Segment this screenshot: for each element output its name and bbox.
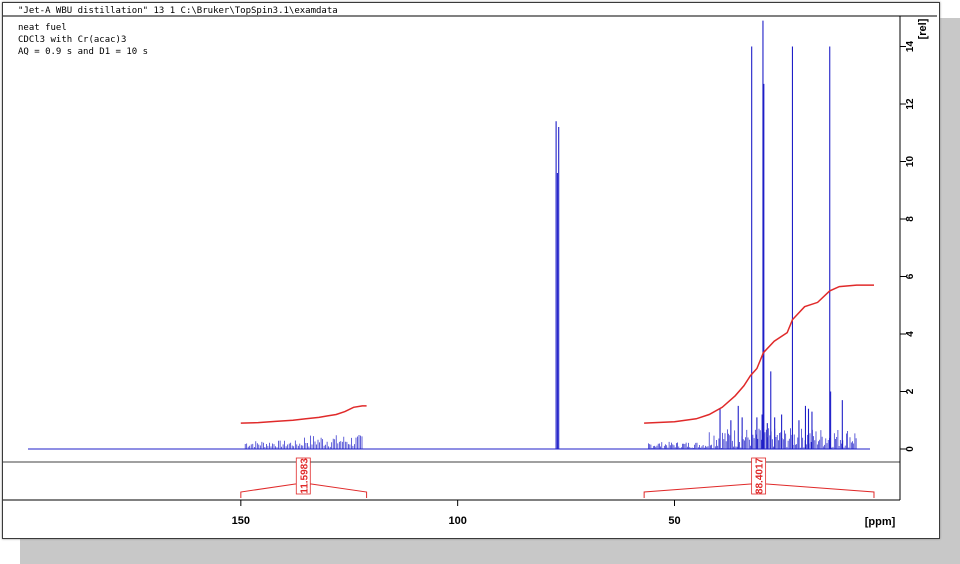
y-tick-label: 6	[905, 273, 916, 279]
integral-value-label: 11.5983	[299, 458, 310, 494]
x-tick-label: 50	[668, 515, 680, 527]
plot-area: 0 2 4 6 8 10 12 14 150 100 50 11.5983 88.4017	[3, 16, 916, 527]
title-line: "Jet-A WBU distillation" 13 1 C:\Bruker\…	[18, 6, 338, 16]
x-tick-label: 150	[232, 515, 250, 527]
y-tick-label: 12	[905, 98, 916, 110]
integral-curve	[240, 405, 367, 424]
y-tick-label: 0	[905, 446, 916, 452]
integral-value-label: 88.4017	[755, 457, 766, 494]
y-tick-label: 10	[905, 156, 916, 168]
nmr-spectrum-chart: "Jet-A WBU distillation" 13 1 C:\Bruker\…	[3, 6, 937, 528]
integral-curve	[644, 284, 874, 424]
y-tick-label: 14	[905, 41, 916, 53]
annotation-line-1: neat fuel	[18, 23, 67, 33]
y-tick-label: 4	[905, 331, 916, 337]
annotation-line-3: AQ = 0.9 s and D1 = 10 s	[18, 47, 148, 57]
y-tick-label: 8	[905, 216, 916, 222]
y-axis-label: [rel]	[917, 18, 929, 39]
aromatic-region-noise	[244, 428, 857, 449]
y-tick-label: 2	[905, 388, 916, 394]
annotation-line-2: CDCl3 with Cr(acac)3	[18, 35, 126, 45]
x-axis-label: [ppm]	[865, 516, 896, 528]
x-tick-label: 100	[448, 515, 466, 527]
